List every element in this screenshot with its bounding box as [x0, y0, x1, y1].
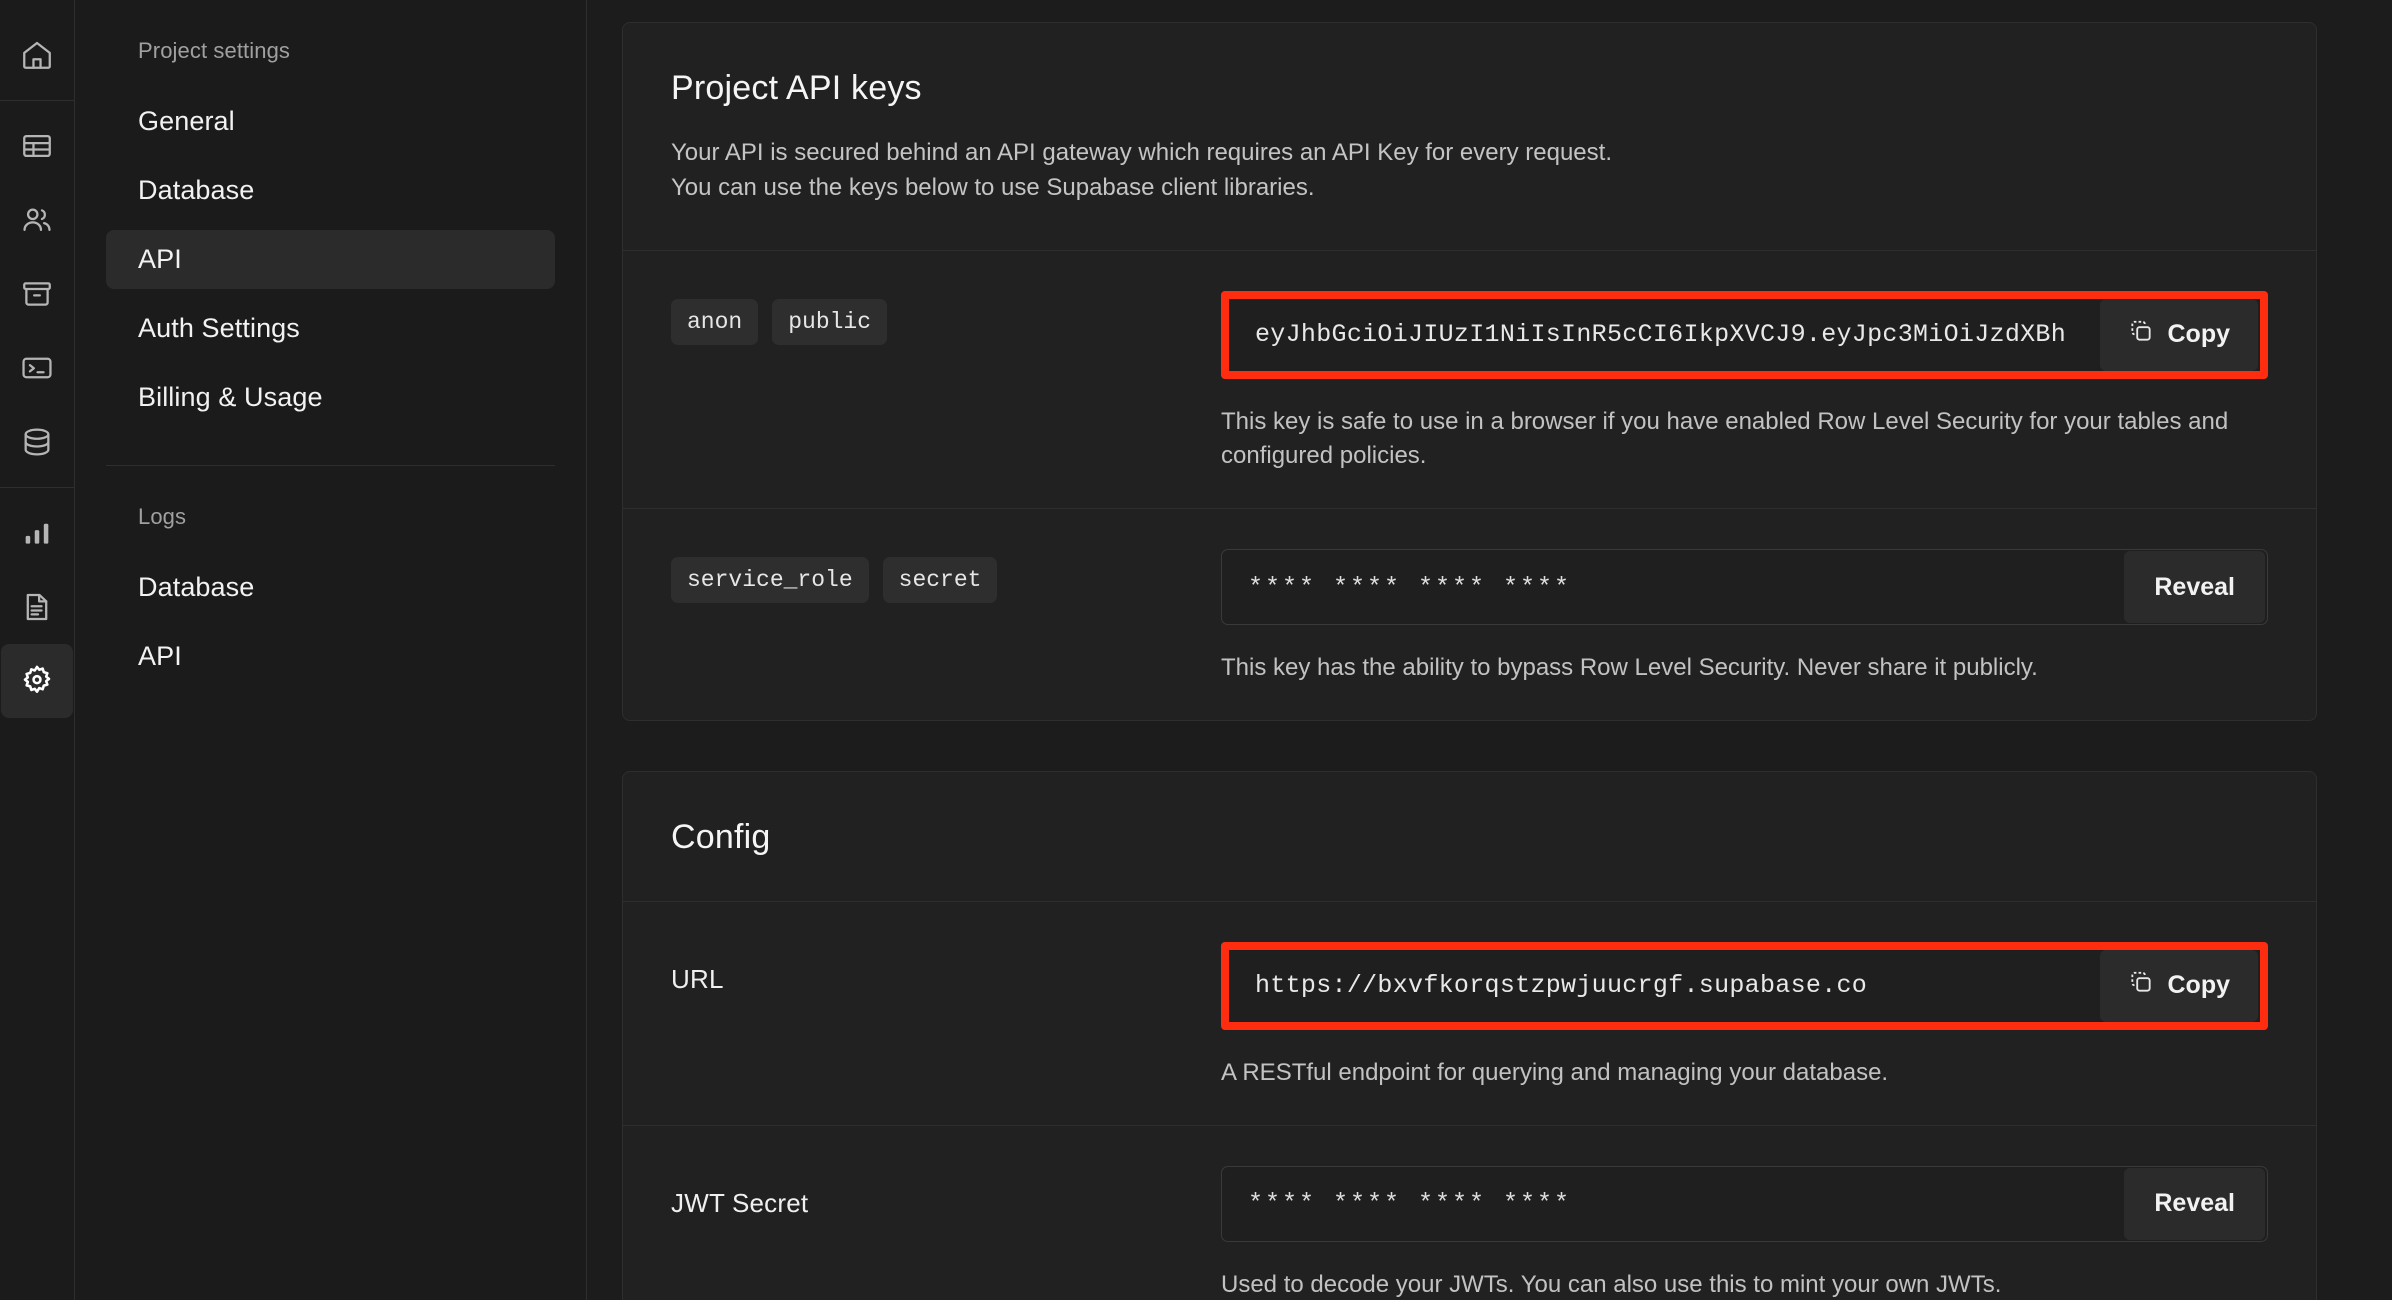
rail-divider-top — [0, 100, 75, 101]
service-role-key-value: **** **** **** **** — [1222, 573, 2124, 602]
gear-icon — [19, 663, 55, 699]
copy-url-button[interactable]: Copy — [2100, 950, 2259, 1022]
jwt-secret-label-col: JWT Secret — [671, 1166, 1221, 1219]
archive-icon — [20, 277, 54, 311]
page-title: Project API keys — [671, 69, 2268, 108]
chip-service-role: service_role — [671, 557, 869, 603]
url-highlight-box: https://bxvfkorqstzpwjuucrgf.supabase.co… — [1221, 942, 2268, 1030]
config-header: Config — [623, 772, 2316, 902]
sidebar-item-billing-usage[interactable]: Billing & Usage — [106, 368, 555, 427]
jwt-secret-value: **** **** **** **** — [1222, 1189, 2124, 1218]
copy-anon-key-button[interactable]: Copy — [2100, 299, 2259, 371]
service-role-field-wrap: **** **** **** **** Reveal — [1221, 549, 2268, 625]
sidebar-item-api[interactable]: API — [106, 230, 555, 289]
copy-anon-key-label: Copy — [2168, 320, 2231, 349]
rail-item-home[interactable] — [1, 18, 73, 92]
service-role-field-col: **** **** **** **** Reveal This key has … — [1221, 549, 2268, 686]
api-keys-description-line2: You can use the keys below to use Supaba… — [671, 171, 2268, 206]
main-content: Project API keys Your API is secured beh… — [587, 0, 2392, 1300]
copy-url-label: Copy — [2168, 971, 2231, 1000]
jwt-secret-label: JWT Secret — [671, 1174, 808, 1219]
url-row: URL https://bxvfkorqstzpwjuucrgf.supabas… — [623, 902, 2316, 1125]
users-icon — [20, 203, 54, 237]
sidebar-item-general[interactable]: General — [106, 92, 555, 151]
copy-icon — [2128, 969, 2154, 1002]
anon-key-highlight-box: eyJhbGciOiJIUzI1NiIsInR5cCI6IkpXVCJ9.eyJ… — [1221, 291, 2268, 379]
config-panel: Config URL https://bxvfkorqstzpwjuucrgf.… — [622, 771, 2317, 1300]
reveal-jwt-secret-button[interactable]: Reveal — [2124, 1168, 2265, 1240]
anon-key-chips: anon public — [671, 291, 1221, 345]
settings-sidebar: Project settings General Database API Au… — [75, 0, 587, 1300]
rail-divider-bottom — [0, 487, 75, 488]
chip-secret: secret — [883, 557, 998, 603]
nav-heading-project-settings: Project settings — [106, 38, 555, 64]
url-help-text: A RESTful endpoint for querying and mana… — [1221, 1056, 2268, 1091]
anon-key-value: eyJhbGciOiJIUzI1NiIsInR5cCI6IkpXVCJ9.eyJ… — [1229, 320, 2100, 349]
rail-item-authentication[interactable] — [1, 183, 73, 257]
rail-item-database[interactable] — [1, 405, 73, 479]
service-role-key-chips: service_role secret — [671, 549, 1221, 603]
terminal-icon — [20, 351, 54, 385]
rail-item-reports[interactable] — [1, 496, 73, 570]
nav-group-project-settings: Project settings General Database API Au… — [106, 0, 555, 465]
url-label: URL — [671, 950, 724, 995]
anon-key-input[interactable]: eyJhbGciOiJIUzI1NiIsInR5cCI6IkpXVCJ9.eyJ… — [1229, 299, 2260, 371]
copy-icon — [2128, 318, 2154, 351]
api-keys-description-line1: Your API is secured behind an API gatewa… — [671, 136, 2268, 171]
bar-chart-icon — [20, 516, 54, 550]
sidebar-item-logs-api[interactable]: API — [106, 627, 555, 686]
url-field-col: https://bxvfkorqstzpwjuucrgf.supabase.co… — [1221, 942, 2268, 1091]
nav-heading-logs: Logs — [106, 504, 555, 530]
url-label-col: URL — [671, 942, 1221, 995]
reveal-service-role-key-label: Reveal — [2154, 573, 2235, 602]
home-icon — [20, 38, 54, 72]
rail-item-logs[interactable] — [1, 570, 73, 644]
rail-item-sql-editor[interactable] — [1, 331, 73, 405]
anon-key-row: anon public eyJhbGciOiJIUzI1NiIsInR5cCI6… — [623, 251, 2316, 509]
chip-public: public — [772, 299, 887, 345]
sidebar-item-database[interactable]: Database — [106, 161, 555, 220]
service-role-key-input[interactable]: **** **** **** **** Reveal — [1221, 549, 2268, 625]
api-keys-description: Your API is secured behind an API gatewa… — [671, 136, 2268, 206]
rail-item-storage[interactable] — [1, 257, 73, 331]
url-value: https://bxvfkorqstzpwjuucrgf.supabase.co — [1229, 971, 2100, 1000]
project-api-keys-panel: Project API keys Your API is secured beh… — [622, 22, 2317, 721]
anon-key-help-text: This key is safe to use in a browser if … — [1221, 405, 2268, 475]
jwt-secret-field-col: **** **** **** **** Reveal Used to decod… — [1221, 1166, 2268, 1300]
rail-item-settings[interactable] — [1, 644, 73, 718]
chip-anon: anon — [671, 299, 758, 345]
sidebar-item-auth-settings[interactable]: Auth Settings — [106, 299, 555, 358]
jwt-secret-field-wrap: **** **** **** **** Reveal — [1221, 1166, 2268, 1242]
nav-group-logs: Logs Database API — [106, 465, 555, 724]
icon-rail — [0, 0, 75, 1300]
document-icon — [20, 590, 54, 624]
config-title: Config — [671, 818, 2268, 857]
table-editor-icon — [20, 129, 54, 163]
reveal-service-role-key-button[interactable]: Reveal — [2124, 551, 2265, 623]
service-role-key-row: service_role secret **** **** **** **** … — [623, 508, 2316, 720]
anon-key-field-col: eyJhbGciOiJIUzI1NiIsInR5cCI6IkpXVCJ9.eyJ… — [1221, 291, 2268, 475]
database-icon — [20, 425, 54, 459]
service-role-help-text: This key has the ability to bypass Row L… — [1221, 651, 2268, 686]
reveal-jwt-secret-label: Reveal — [2154, 1189, 2235, 1218]
url-input[interactable]: https://bxvfkorqstzpwjuucrgf.supabase.co… — [1229, 950, 2260, 1022]
jwt-secret-input[interactable]: **** **** **** **** Reveal — [1221, 1166, 2268, 1242]
api-keys-header: Project API keys Your API is secured beh… — [623, 23, 2316, 251]
sidebar-item-logs-database[interactable]: Database — [106, 558, 555, 617]
rail-item-table-editor[interactable] — [1, 109, 73, 183]
jwt-secret-help-text: Used to decode your JWTs. You can also u… — [1221, 1268, 2268, 1300]
jwt-secret-row: JWT Secret **** **** **** **** Reveal Us… — [623, 1125, 2316, 1300]
